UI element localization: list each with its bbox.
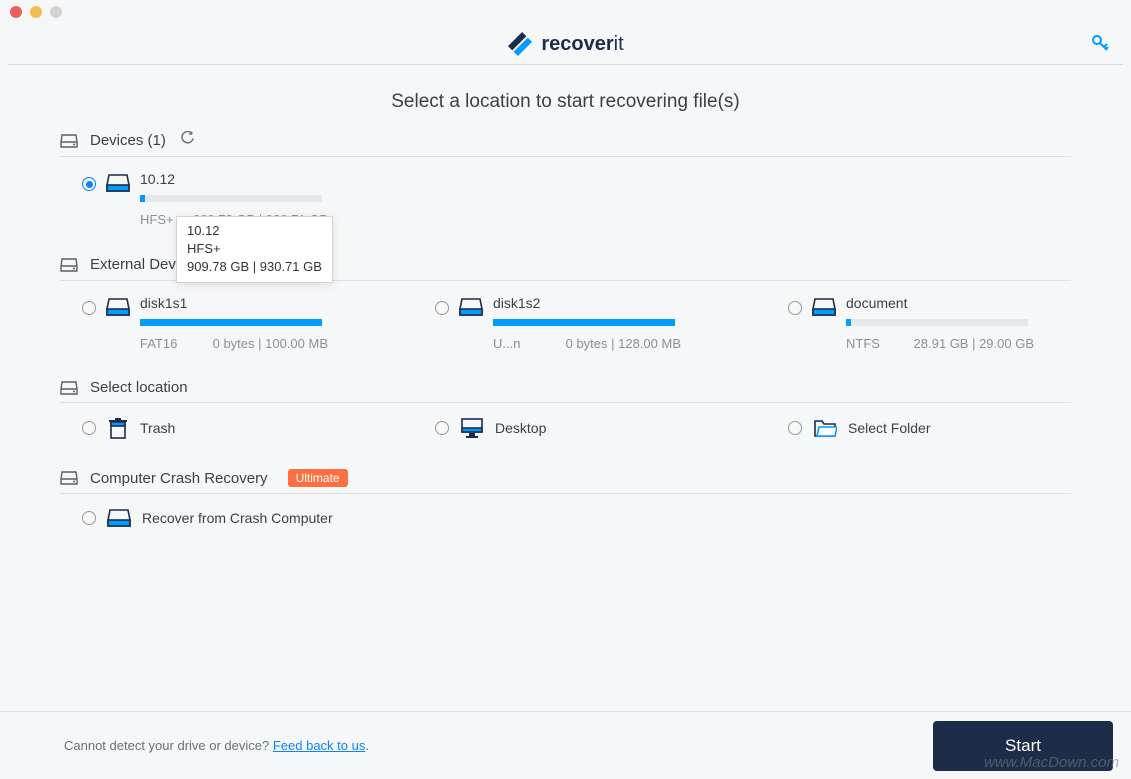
window-minimize-button[interactable] (30, 6, 42, 18)
device-filesystem: U...n (493, 336, 520, 351)
crash-recovery-item[interactable]: Recover from Crash Computer (82, 508, 382, 528)
logo-icon (507, 31, 533, 57)
section-title: Select location (90, 379, 188, 396)
device-item[interactable]: document NTFS 28.91 GB | 29.00 GB (788, 295, 1071, 351)
window-zoom-button[interactable] (50, 6, 62, 18)
section-crash: Computer Crash Recovery Ultimate (60, 469, 1071, 494)
section-devices: Devices (1) (60, 131, 1071, 157)
location-trash[interactable]: Trash (82, 417, 365, 439)
radio-input[interactable] (435, 301, 449, 315)
app-header: recoverit (0, 24, 1131, 64)
refresh-icon[interactable] (180, 131, 195, 150)
device-item[interactable]: disk1s1 FAT16 0 bytes | 100.00 MB (82, 295, 365, 351)
location-label: Desktop (495, 420, 546, 436)
drive-icon (60, 258, 78, 272)
device-tooltip: 10.12 HFS+ 909.78 GB | 930.71 GB (176, 216, 333, 283)
trash-icon (107, 417, 129, 439)
device-name: disk1s1 (140, 295, 365, 311)
disk-icon (459, 297, 483, 317)
folder-icon (813, 418, 837, 438)
radio-input[interactable] (788, 301, 802, 315)
start-button[interactable]: Start (933, 721, 1113, 771)
drive-icon (60, 471, 78, 485)
device-name: document (846, 295, 1071, 311)
storage-bar (493, 319, 675, 326)
footer: Cannot detect your drive or device? Feed… (0, 711, 1131, 779)
location-desktop[interactable]: Desktop (435, 417, 718, 439)
location-label: Trash (140, 420, 175, 436)
key-icon[interactable] (1089, 32, 1111, 54)
section-title: Devices (1) (90, 132, 166, 149)
location-label: Select Folder (848, 420, 930, 436)
footer-text: Cannot detect your drive or device? Feed… (64, 738, 369, 753)
page-title: Select a location to start recovering fi… (0, 91, 1131, 113)
drive-icon (60, 134, 78, 148)
storage-bar (846, 319, 1028, 326)
section-title: Computer Crash Recovery (90, 470, 268, 487)
ultimate-badge: Ultimate (288, 469, 348, 487)
drive-icon (60, 381, 78, 395)
radio-input[interactable] (82, 421, 96, 435)
radio-input[interactable] (788, 421, 802, 435)
radio-input[interactable] (82, 511, 96, 525)
crash-label: Recover from Crash Computer (142, 510, 333, 526)
storage-bar (140, 195, 322, 202)
radio-input[interactable] (82, 177, 96, 191)
logo-text: recoverit (541, 33, 623, 56)
disk-icon (812, 297, 836, 317)
device-size: 0 bytes | 128.00 MB (566, 336, 681, 351)
device-filesystem: NTFS (846, 336, 880, 351)
app-logo: recoverit (507, 31, 623, 57)
desktop-icon (460, 417, 484, 439)
device-item[interactable]: disk1s2 U...n 0 bytes | 128.00 MB (435, 295, 718, 351)
header-divider (8, 64, 1123, 65)
device-size: 28.91 GB | 29.00 GB (914, 336, 1034, 351)
radio-input[interactable] (435, 421, 449, 435)
section-location: Select location (60, 379, 1071, 403)
location-folder[interactable]: Select Folder (788, 417, 1071, 439)
disk-icon (107, 508, 131, 528)
disk-icon (106, 297, 130, 317)
feedback-link[interactable]: Feed back to us (273, 738, 366, 753)
device-size: 0 bytes | 100.00 MB (213, 336, 328, 351)
device-name: disk1s2 (493, 295, 718, 311)
disk-icon (106, 173, 130, 193)
device-filesystem: HFS+ (140, 212, 174, 227)
storage-bar (140, 319, 322, 326)
device-name: 10.12 (140, 171, 382, 187)
device-filesystem: FAT16 (140, 336, 177, 351)
radio-input[interactable] (82, 301, 96, 315)
window-close-button[interactable] (10, 6, 22, 18)
window-titlebar (0, 0, 1131, 24)
